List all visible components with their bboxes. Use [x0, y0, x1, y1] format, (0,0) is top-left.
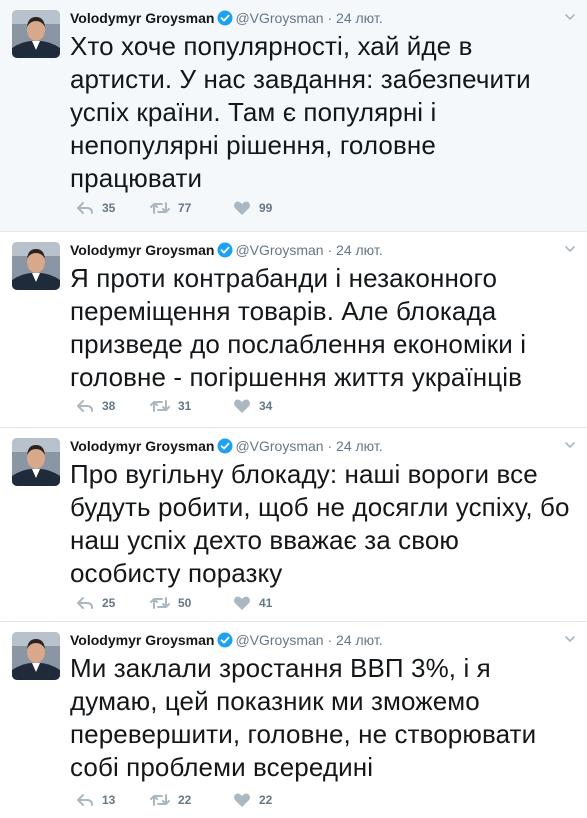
- tweet-text: Я проти контрабанди і незаконного перемі…: [70, 263, 527, 392]
- reply-button[interactable]: 13: [76, 790, 115, 810]
- heart-icon: [234, 793, 250, 807]
- avatar[interactable]: [12, 438, 60, 486]
- verified-badge-icon: [217, 438, 233, 459]
- tweet[interactable]: Volodymyr Groysman @VGroysman · 24 лют. М…: [0, 622, 587, 818]
- separator-dot: ·: [327, 632, 333, 648]
- like-count: 99: [259, 201, 273, 215]
- heart-icon: [234, 399, 250, 413]
- tweet-header: Volodymyr Groysman @VGroysman · 24 лют.: [70, 630, 557, 650]
- tweet-date[interactable]: 24 лют.: [336, 242, 383, 258]
- tweet-header: Volodymyr Groysman @VGroysman · 24 лют.: [70, 436, 557, 456]
- reply-count: 35: [102, 201, 116, 215]
- like-count: 41: [259, 596, 273, 610]
- verified-badge-icon: [217, 242, 233, 263]
- retweet-icon: [150, 794, 170, 806]
- author-handle[interactable]: @VGroysman: [235, 632, 323, 648]
- retweet-button[interactable]: 31: [150, 396, 191, 416]
- like-button[interactable]: 22: [233, 790, 272, 810]
- reply-icon: [77, 202, 93, 214]
- heart-icon: [234, 596, 250, 610]
- chevron-down-icon[interactable]: [563, 10, 577, 24]
- avatar[interactable]: [12, 632, 60, 680]
- reply-count: 13: [102, 793, 116, 807]
- tweet[interactable]: Volodymyr Groysman @VGroysman · 24 лют. Я…: [0, 232, 587, 428]
- retweet-count: 22: [178, 793, 192, 807]
- like-button[interactable]: 34: [233, 396, 272, 416]
- author-name[interactable]: Volodymyr Groysman: [70, 10, 214, 26]
- reply-button[interactable]: 25: [76, 593, 115, 613]
- tweet-text: Хто хоче популярності, хай йде в артисти…: [70, 31, 531, 193]
- reply-count: 38: [102, 399, 116, 413]
- retweet-count: 77: [178, 201, 192, 215]
- chevron-down-icon[interactable]: [563, 242, 577, 256]
- author-handle[interactable]: @VGroysman: [235, 10, 323, 26]
- tweet[interactable]: Volodymyr Groysman @VGroysman · 24 лют. П…: [0, 428, 587, 622]
- tweet-text: Про вугільну блокаду: наші вороги все бу…: [70, 459, 570, 588]
- retweet-icon: [150, 597, 170, 609]
- author-name[interactable]: Volodymyr Groysman: [70, 632, 214, 648]
- separator-dot: ·: [327, 438, 333, 454]
- tweet-date[interactable]: 24 лют.: [336, 10, 383, 26]
- author-handle[interactable]: @VGroysman: [235, 242, 323, 258]
- like-count: 34: [259, 399, 273, 413]
- tweet-date[interactable]: 24 лют.: [336, 438, 383, 454]
- retweet-button[interactable]: 50: [150, 593, 191, 613]
- retweet-count: 50: [178, 596, 192, 610]
- reply-icon: [77, 597, 93, 609]
- avatar[interactable]: [12, 10, 60, 58]
- retweet-button[interactable]: 77: [150, 198, 191, 218]
- reply-count: 25: [102, 596, 116, 610]
- verified-badge-icon: [217, 632, 233, 653]
- tweet-timeline: Volodymyr Groysman @VGroysman · 24 лют. Х…: [0, 0, 587, 818]
- like-button[interactable]: 99: [233, 198, 272, 218]
- retweet-icon: [150, 400, 170, 412]
- author-handle[interactable]: @VGroysman: [235, 438, 323, 454]
- separator-dot: ·: [327, 242, 333, 258]
- avatar[interactable]: [12, 242, 60, 290]
- author-name[interactable]: Volodymyr Groysman: [70, 438, 214, 454]
- chevron-down-icon[interactable]: [563, 632, 577, 646]
- reply-button[interactable]: 35: [76, 198, 115, 218]
- retweet-icon: [150, 202, 170, 214]
- verified-badge-icon: [217, 10, 233, 31]
- like-button[interactable]: 41: [233, 593, 272, 613]
- like-count: 22: [259, 793, 273, 807]
- reply-icon: [77, 400, 93, 412]
- retweet-button[interactable]: 22: [150, 790, 191, 810]
- tweet[interactable]: Volodymyr Groysman @VGroysman · 24 лют. Х…: [0, 0, 587, 232]
- retweet-count: 31: [178, 399, 192, 413]
- heart-icon: [234, 201, 250, 215]
- tweet-text: Ми заклали зростання ВВП 3%, і я думаю, …: [70, 653, 537, 782]
- tweet-header: Volodymyr Groysman @VGroysman · 24 лют.: [70, 240, 557, 260]
- reply-button[interactable]: 38: [76, 396, 115, 416]
- tweet-date[interactable]: 24 лют.: [336, 632, 383, 648]
- tweet-header: Volodymyr Groysman @VGroysman · 24 лют.: [70, 8, 557, 28]
- chevron-down-icon[interactable]: [563, 438, 577, 452]
- author-name[interactable]: Volodymyr Groysman: [70, 242, 214, 258]
- separator-dot: ·: [327, 10, 333, 26]
- reply-icon: [77, 794, 93, 806]
